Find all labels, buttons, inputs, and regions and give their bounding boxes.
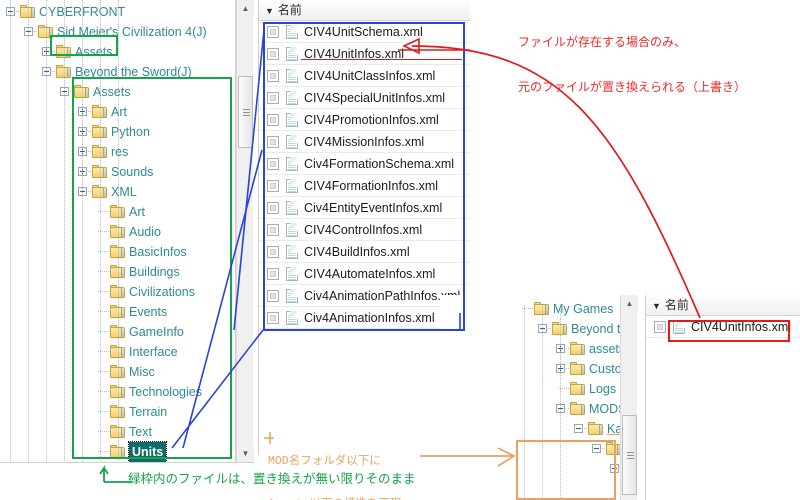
green-highlight-box-tree (72, 77, 232, 459)
screenshot-root: CYBERFRONTSid Meier's Civilization 4(J)A… (0, 0, 800, 500)
tree-item-my-games[interactable]: My Games (440, 299, 620, 319)
sort-arrow-icon: ▼ (265, 6, 274, 16)
overwrite-note-line1: ファイルが存在する場合のみ、 (518, 35, 746, 50)
right-tree-scrollbar[interactable]: ▲ (620, 295, 637, 500)
tree-item-assets[interactable]: assets (440, 339, 620, 359)
overwrite-note: ファイルが存在する場合のみ、 元のファイルが置き換えられる（上書き） (518, 5, 746, 125)
file-checkbox[interactable] (654, 321, 666, 333)
scroll-thumb[interactable] (238, 76, 253, 148)
orange-note: MOD名フォルダ以下に Assets以下の構造を再現 (268, 426, 401, 500)
scroll-down-arrow[interactable]: ▼ (237, 445, 254, 462)
green-highlight-box-assets1 (50, 35, 118, 56)
scroll-up-arrow-right[interactable]: ▲ (621, 295, 638, 312)
tree-item-label: Beyond the Sword(J) (571, 319, 620, 339)
scroll-thumb-right[interactable] (622, 415, 637, 495)
tree-item-label: KaitakuRunner (607, 419, 620, 439)
orange-note-line1: MOD名フォルダ以下に (268, 455, 401, 469)
right-file-list-header[interactable]: ▼ 名前 (646, 295, 800, 316)
overwrite-note-line2: 元のファイルが置き換えられる（上書き） (518, 80, 746, 95)
orange-highlight-box-mod-structure (516, 440, 616, 500)
tree-item-label: Logs (589, 379, 616, 399)
tree-guide-line (10, 0, 11, 462)
folder-icon (570, 362, 585, 375)
scroll-up-arrow[interactable]: ▲ (237, 0, 254, 17)
file-list-header[interactable]: ▼ 名前 (259, 0, 470, 21)
folder-icon (570, 382, 585, 395)
left-pane-bottom-border (0, 462, 254, 463)
column-header-name: 名前 (278, 3, 302, 17)
folder-icon (570, 342, 585, 355)
left-tree-scrollbar[interactable]: ▲ ▼ (236, 0, 253, 462)
tree-item-label: MODS (589, 399, 620, 419)
tree-item-logs[interactable]: Logs (440, 379, 620, 399)
tree-guide-line (46, 0, 47, 462)
tree-item-label: assets (589, 339, 620, 359)
sort-arrow-icon-right: ▼ (652, 301, 661, 311)
tree-guide-line (28, 0, 29, 462)
folder-icon (588, 422, 603, 435)
column-header-name-right: 名前 (665, 298, 689, 312)
collapse-icon[interactable] (574, 424, 583, 433)
tree-item-kaitakurunner[interactable]: KaitakuRunner (440, 419, 620, 439)
tree-item-label: CustomAssets (589, 359, 620, 379)
red-highlight-box-target-file (668, 320, 790, 342)
tree-item-mods[interactable]: MODS (440, 399, 620, 419)
blue-highlight-box-filelist (263, 22, 465, 331)
tree-item-label: My Games (553, 299, 613, 319)
tree-guide-line (64, 0, 65, 462)
tree-item-beyond-the-sword-j-[interactable]: Beyond the Sword(J) (440, 319, 620, 339)
folder-icon (570, 402, 585, 415)
tree-item-customassets[interactable]: CustomAssets (440, 359, 620, 379)
